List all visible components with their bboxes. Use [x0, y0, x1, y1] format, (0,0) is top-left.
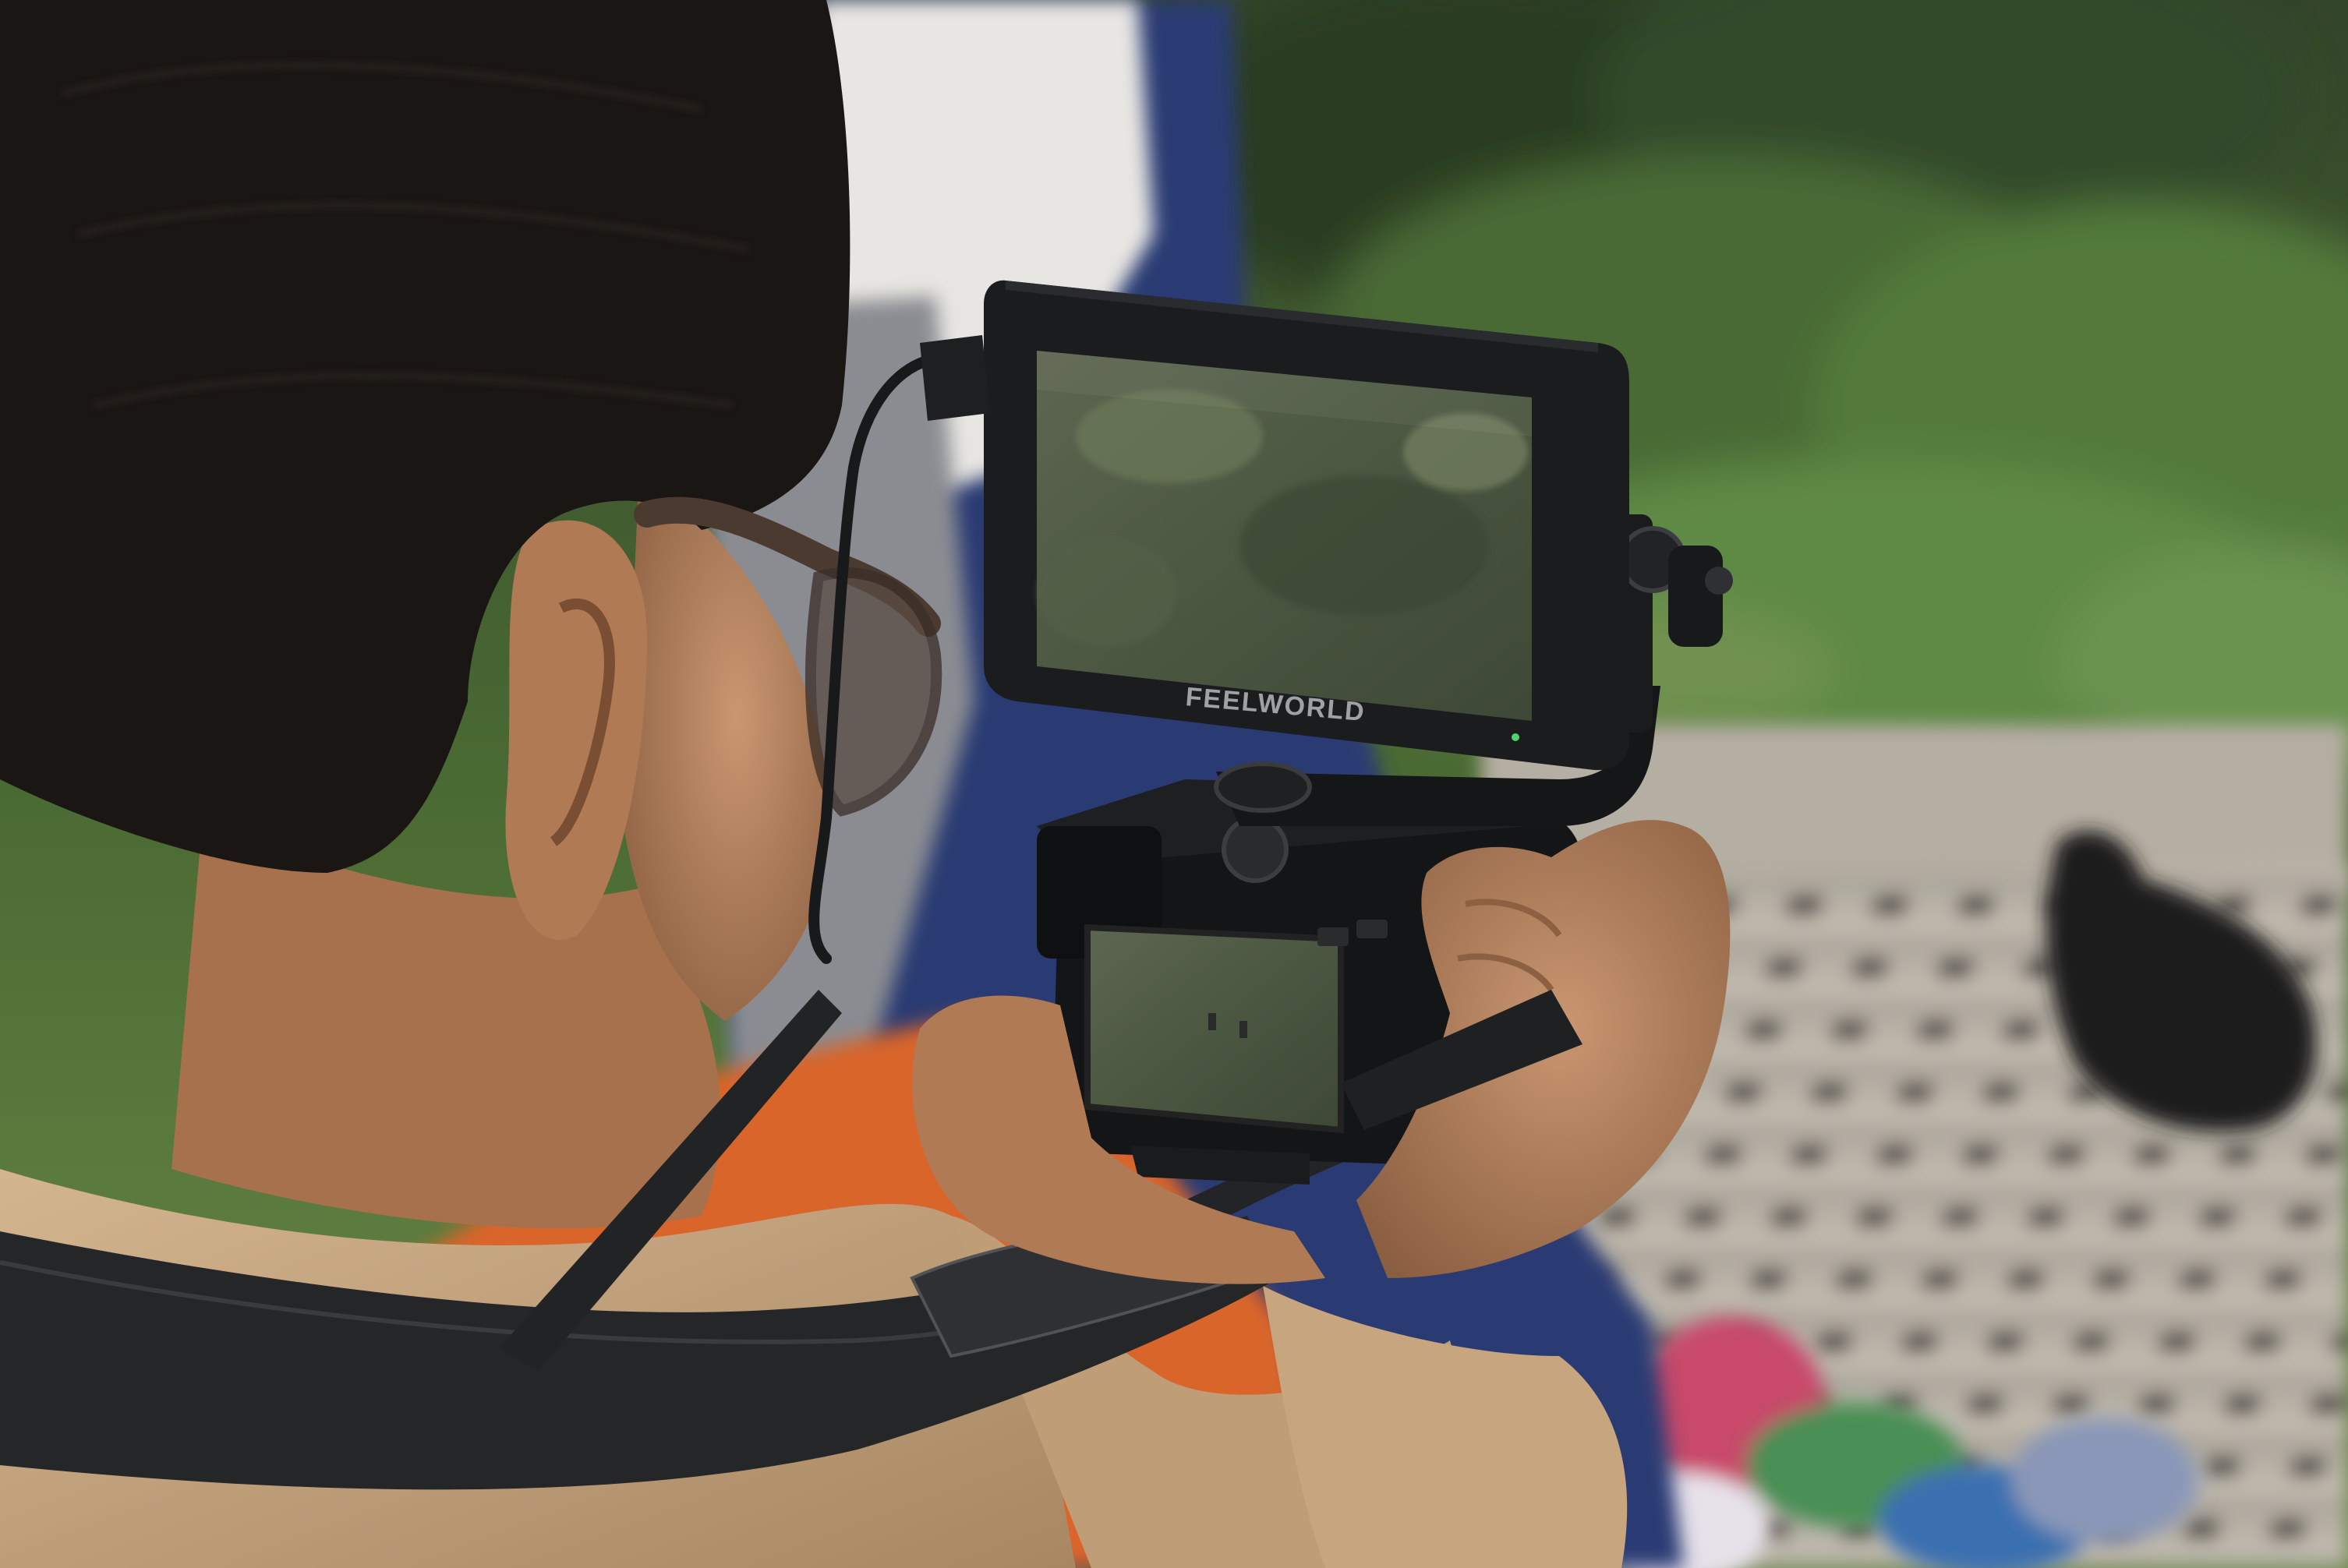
camera-dial: [1222, 816, 1289, 883]
photo-scene: FEELWORLD: [0, 0, 2348, 1568]
mount-knob: [1214, 761, 1312, 813]
photo-canvas: FEELWORLD: [0, 0, 2348, 1568]
monitor-led: [1512, 733, 1519, 741]
hdmi-connector: [920, 335, 990, 421]
